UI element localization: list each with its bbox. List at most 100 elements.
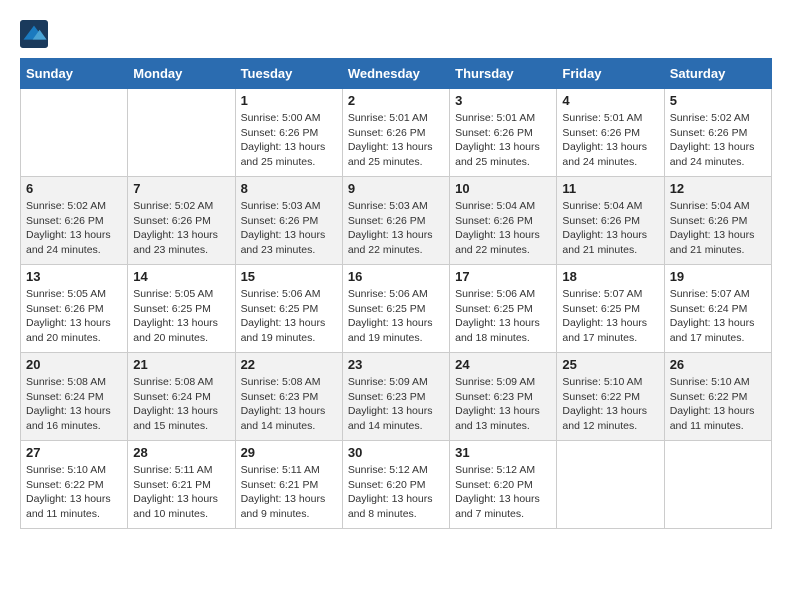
column-header-monday: Monday (128, 59, 235, 89)
day-number: 19 (670, 269, 766, 284)
day-cell (557, 441, 664, 529)
day-cell: 30 Sunrise: 5:12 AMSunset: 6:20 PMDayligh… (342, 441, 449, 529)
day-number: 14 (133, 269, 229, 284)
day-detail: Sunrise: 5:10 AMSunset: 6:22 PMDaylight:… (670, 375, 766, 434)
day-number: 24 (455, 357, 551, 372)
day-cell: 28 Sunrise: 5:11 AMSunset: 6:21 PMDayligh… (128, 441, 235, 529)
calendar-table: SundayMondayTuesdayWednesdayThursdayFrid… (20, 58, 772, 529)
day-number: 5 (670, 93, 766, 108)
day-number: 10 (455, 181, 551, 196)
day-number: 31 (455, 445, 551, 460)
day-cell (128, 89, 235, 177)
day-detail: Sunrise: 5:03 AMSunset: 6:26 PMDaylight:… (241, 199, 337, 258)
day-detail: Sunrise: 5:02 AMSunset: 6:26 PMDaylight:… (133, 199, 229, 258)
day-detail: Sunrise: 5:02 AMSunset: 6:26 PMDaylight:… (670, 111, 766, 170)
day-detail: Sunrise: 5:11 AMSunset: 6:21 PMDaylight:… (133, 463, 229, 522)
day-cell: 5 Sunrise: 5:02 AMSunset: 6:26 PMDaylight… (664, 89, 771, 177)
day-detail: Sunrise: 5:02 AMSunset: 6:26 PMDaylight:… (26, 199, 122, 258)
day-cell (664, 441, 771, 529)
day-cell: 2 Sunrise: 5:01 AMSunset: 6:26 PMDaylight… (342, 89, 449, 177)
day-cell: 25 Sunrise: 5:10 AMSunset: 6:22 PMDayligh… (557, 353, 664, 441)
day-number: 2 (348, 93, 444, 108)
day-detail: Sunrise: 5:09 AMSunset: 6:23 PMDaylight:… (455, 375, 551, 434)
day-cell (21, 89, 128, 177)
day-detail: Sunrise: 5:11 AMSunset: 6:21 PMDaylight:… (241, 463, 337, 522)
day-number: 18 (562, 269, 658, 284)
day-detail: Sunrise: 5:08 AMSunset: 6:24 PMDaylight:… (133, 375, 229, 434)
column-header-thursday: Thursday (450, 59, 557, 89)
column-header-saturday: Saturday (664, 59, 771, 89)
day-cell: 1 Sunrise: 5:00 AMSunset: 6:26 PMDaylight… (235, 89, 342, 177)
day-detail: Sunrise: 5:06 AMSunset: 6:25 PMDaylight:… (241, 287, 337, 346)
day-detail: Sunrise: 5:01 AMSunset: 6:26 PMDaylight:… (562, 111, 658, 170)
day-cell: 9 Sunrise: 5:03 AMSunset: 6:26 PMDaylight… (342, 177, 449, 265)
day-cell: 7Sunrise: 5:02 AMSunset: 6:26 PMDaylight… (128, 177, 235, 265)
day-number: 30 (348, 445, 444, 460)
day-cell: 31Sunrise: 5:12 AMSunset: 6:20 PMDayligh… (450, 441, 557, 529)
day-cell: 15 Sunrise: 5:06 AMSunset: 6:25 PMDayligh… (235, 265, 342, 353)
week-row-1: 1 Sunrise: 5:00 AMSunset: 6:26 PMDaylight… (21, 89, 772, 177)
week-row-5: 27 Sunrise: 5:10 AMSunset: 6:22 PMDayligh… (21, 441, 772, 529)
column-header-friday: Friday (557, 59, 664, 89)
day-number: 1 (241, 93, 337, 108)
day-number: 4 (562, 93, 658, 108)
day-number: 3 (455, 93, 551, 108)
day-cell: 21 Sunrise: 5:08 AMSunset: 6:24 PMDayligh… (128, 353, 235, 441)
day-number: 16 (348, 269, 444, 284)
day-detail: Sunrise: 5:08 AMSunset: 6:24 PMDaylight:… (26, 375, 122, 434)
day-cell: 3Sunrise: 5:01 AMSunset: 6:26 PMDaylight… (450, 89, 557, 177)
day-cell: 23 Sunrise: 5:09 AMSunset: 6:23 PMDayligh… (342, 353, 449, 441)
day-number: 26 (670, 357, 766, 372)
day-detail: Sunrise: 5:05 AMSunset: 6:25 PMDaylight:… (133, 287, 229, 346)
day-cell: 24 Sunrise: 5:09 AMSunset: 6:23 PMDayligh… (450, 353, 557, 441)
day-number: 12 (670, 181, 766, 196)
day-cell: 17 Sunrise: 5:06 AMSunset: 6:25 PMDayligh… (450, 265, 557, 353)
day-number: 11 (562, 181, 658, 196)
day-detail: Sunrise: 5:10 AMSunset: 6:22 PMDaylight:… (562, 375, 658, 434)
day-detail: Sunrise: 5:04 AMSunset: 6:26 PMDaylight:… (670, 199, 766, 258)
day-number: 20 (26, 357, 122, 372)
day-detail: Sunrise: 5:07 AMSunset: 6:25 PMDaylight:… (562, 287, 658, 346)
day-cell: 13 Sunrise: 5:05 AMSunset: 6:26 PMDayligh… (21, 265, 128, 353)
day-number: 25 (562, 357, 658, 372)
day-detail: Sunrise: 5:01 AMSunset: 6:26 PMDaylight:… (348, 111, 444, 170)
day-cell: 11 Sunrise: 5:04 AMSunset: 6:26 PMDayligh… (557, 177, 664, 265)
day-cell: 8 Sunrise: 5:03 AMSunset: 6:26 PMDaylight… (235, 177, 342, 265)
day-number: 13 (26, 269, 122, 284)
day-number: 8 (241, 181, 337, 196)
day-detail: Sunrise: 5:04 AMSunset: 6:26 PMDaylight:… (562, 199, 658, 258)
day-detail: Sunrise: 5:12 AMSunset: 6:20 PMDaylight:… (348, 463, 444, 522)
day-cell: 20 Sunrise: 5:08 AMSunset: 6:24 PMDayligh… (21, 353, 128, 441)
week-row-3: 13 Sunrise: 5:05 AMSunset: 6:26 PMDayligh… (21, 265, 772, 353)
day-cell: 27 Sunrise: 5:10 AMSunset: 6:22 PMDayligh… (21, 441, 128, 529)
column-header-sunday: Sunday (21, 59, 128, 89)
day-cell: 18 Sunrise: 5:07 AMSunset: 6:25 PMDayligh… (557, 265, 664, 353)
day-number: 23 (348, 357, 444, 372)
week-row-2: 6Sunrise: 5:02 AMSunset: 6:26 PMDaylight… (21, 177, 772, 265)
day-detail: Sunrise: 5:06 AMSunset: 6:25 PMDaylight:… (348, 287, 444, 346)
day-number: 29 (241, 445, 337, 460)
column-header-tuesday: Tuesday (235, 59, 342, 89)
day-cell: 4 Sunrise: 5:01 AMSunset: 6:26 PMDaylight… (557, 89, 664, 177)
logo (20, 20, 52, 48)
day-cell: 14 Sunrise: 5:05 AMSunset: 6:25 PMDayligh… (128, 265, 235, 353)
day-number: 28 (133, 445, 229, 460)
day-detail: Sunrise: 5:03 AMSunset: 6:26 PMDaylight:… (348, 199, 444, 258)
day-number: 21 (133, 357, 229, 372)
day-cell: 12 Sunrise: 5:04 AMSunset: 6:26 PMDayligh… (664, 177, 771, 265)
day-detail: Sunrise: 5:00 AMSunset: 6:26 PMDaylight:… (241, 111, 337, 170)
day-detail: Sunrise: 5:09 AMSunset: 6:23 PMDaylight:… (348, 375, 444, 434)
day-detail: Sunrise: 5:10 AMSunset: 6:22 PMDaylight:… (26, 463, 122, 522)
day-number: 17 (455, 269, 551, 284)
day-number: 27 (26, 445, 122, 460)
day-cell: 16 Sunrise: 5:06 AMSunset: 6:25 PMDayligh… (342, 265, 449, 353)
page-header (20, 20, 772, 48)
day-detail: Sunrise: 5:06 AMSunset: 6:25 PMDaylight:… (455, 287, 551, 346)
day-number: 9 (348, 181, 444, 196)
day-cell: 26 Sunrise: 5:10 AMSunset: 6:22 PMDayligh… (664, 353, 771, 441)
day-detail: Sunrise: 5:07 AMSunset: 6:24 PMDaylight:… (670, 287, 766, 346)
day-number: 15 (241, 269, 337, 284)
day-cell: 29 Sunrise: 5:11 AMSunset: 6:21 PMDayligh… (235, 441, 342, 529)
day-cell: 22Sunrise: 5:08 AMSunset: 6:23 PMDayligh… (235, 353, 342, 441)
day-detail: Sunrise: 5:05 AMSunset: 6:26 PMDaylight:… (26, 287, 122, 346)
